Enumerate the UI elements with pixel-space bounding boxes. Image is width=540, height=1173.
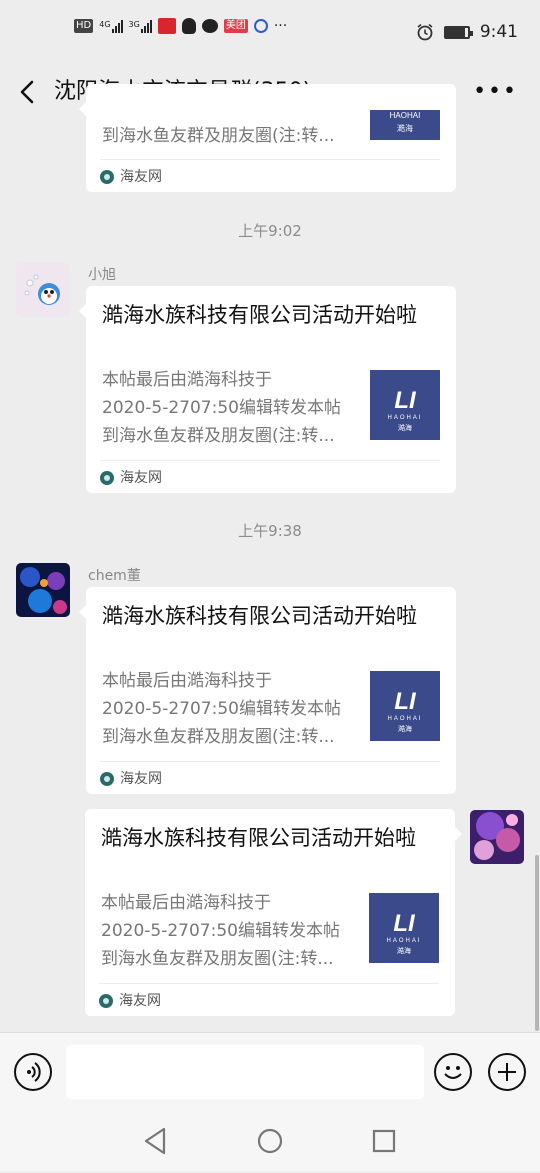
alarm-icon [417,23,433,41]
baidu-icon [253,19,268,33]
logo-text: LI [394,387,417,414]
source-name: 海友网 [120,771,162,787]
card-title: 澔海水族科技有限公司活动开始啦 [102,604,417,628]
coral-avatar-icon [470,810,524,864]
plus-icon [498,1063,516,1081]
back-icon [20,80,34,104]
emoji-icon [444,1066,462,1079]
signal-3g-icon: 3G [128,19,152,33]
emoji-button[interactable] [434,1053,472,1091]
card-thumbnail: HAOHAI 澔海 [370,110,440,140]
card-desc-line: 本帖最后由澔海科技于 [102,370,272,390]
card-thumbnail: LI HAOHAI 澔海 [370,370,440,440]
more-notifications-icon: ··· [273,18,288,34]
logo-sub-text: HAOHAI [390,111,421,120]
signal-4g-label: 4G [99,19,111,29]
more-button[interactable]: ••• [473,79,518,104]
avatar[interactable] [16,263,70,317]
signal-4g-icon: 4G [99,19,123,33]
doraemon-avatar-icon [16,263,70,317]
more-functions-button[interactable] [488,1053,526,1091]
card-source: 海友网 [100,460,440,493]
hd-badge: HD [74,19,94,33]
card-desc-line: 本帖最后由澔海科技于 [102,671,272,691]
message-timestamp: 上午9:38 [238,522,302,540]
card-desc-line: 到海水鱼友群及朋友圈(注:转... [101,949,334,969]
haiyou-icon [100,772,114,786]
sender-name: 小旭 [88,267,116,283]
input-bar [0,1032,540,1171]
meituan-icon: 美团 [223,19,248,33]
logo-cn-text: 澔海 [397,123,413,133]
qq-icon [181,18,196,34]
system-nav-buttons [144,1127,396,1155]
card-source: 海友网 [100,159,440,192]
card-desc-line: 2020-5-2707:50编辑转发本帖 [102,699,341,719]
message-timestamp: 上午9:02 [238,222,302,240]
stock-app-icon [157,18,176,34]
card-desc-line: 2020-5-2707:50编辑转发本帖 [102,398,341,418]
card-source: 海友网 [100,761,440,794]
status-bar: HD 4G 3G 美团 ··· 9:41 [0,0,540,66]
haohai-logo-icon: LI HAOHAI 澔海 [387,387,422,432]
card-source: 海友网 [99,983,439,1016]
battery-icon [443,25,473,39]
haohai-logo-icon: LI HAOHAI 澔海 [387,688,422,733]
card-title: 澔海水族科技有限公司活动开始啦 [102,303,417,327]
logo-text: LI [393,910,416,937]
source-name: 海友网 [120,470,162,486]
back-button[interactable] [14,74,44,110]
card-description: 本帖最后由澔海科技于 2020-5-2707:50编辑转发本帖 到海水鱼友群及朋… [102,366,358,450]
card-description: 到海水鱼友群及朋友圈(注:转... [102,122,358,150]
link-card[interactable]: 澔海水族科技有限公司活动开始啦 本帖最后由澔海科技于 2020-5-2707:5… [79,286,456,493]
battery-level [445,27,465,37]
card-description: 本帖最后由澔海科技于 2020-5-2707:50编辑转发本帖 到海水鱼友群及朋… [102,667,358,751]
card-thumbnail: LI HAOHAI 澔海 [369,893,439,963]
source-name: 海友网 [120,169,162,185]
message-input[interactable] [66,1045,424,1099]
logo-cn-text: 澔海 [398,724,412,733]
signal-3g-label: 3G [128,19,140,29]
voice-button[interactable] [14,1053,52,1091]
status-left-icons: HD 4G 3G 美团 ··· [74,18,287,34]
logo-cn-text: 澔海 [398,423,412,432]
source-name: 海友网 [119,993,161,1009]
haiyou-icon [99,994,113,1008]
more-icon: ••• [473,79,518,104]
system-navigation [0,1113,540,1169]
card-desc-line: 2020-5-2707:50编辑转发本帖 [101,921,340,941]
card-desc-line: 到海水鱼友群及朋友圈(注:转... [102,126,335,146]
my-avatar[interactable] [470,810,524,864]
voice-icon [27,1062,41,1082]
chat-bubble-icon [201,19,218,33]
card-desc-line: 到海水鱼友群及朋友圈(注:转... [102,426,335,446]
haiyou-icon [100,170,114,184]
status-right: 9:41 [416,22,518,42]
nav-home-icon[interactable] [257,1128,283,1154]
sender-name: chem董 [88,568,141,584]
logo-sub-text: HAOHAI [387,415,422,421]
haohai-logo-icon: LI HAOHAI 澔海 [386,910,421,955]
avatar[interactable] [16,563,70,617]
card-title: 澔海水族科技有限公司活动开始啦 [101,826,416,850]
logo-sub-text: HAOHAI [386,938,421,944]
card-description: 本帖最后由澔海科技于 2020-5-2707:50编辑转发本帖 到海水鱼友群及朋… [101,889,357,973]
logo-text: LI [394,688,417,715]
card-desc-line: 本帖最后由澔海科技于 [101,893,271,913]
nav-back-icon[interactable] [144,1127,166,1155]
link-card[interactable]: 澔海水族科技有限公司活动开始啦 本帖最后由澔海科技于 2020-5-2707:5… [79,587,456,794]
chat-scrollbar[interactable] [535,855,539,1031]
link-card[interactable]: 澔海水族科技有限公司活动开始啦 本帖最后由澔海科技于 2020-5-2707:5… [85,809,462,1016]
nav-recent-icon[interactable] [372,1129,396,1153]
aquarium-avatar-icon [16,563,70,617]
logo-cn-text: 澔海 [397,946,411,955]
link-card[interactable]: 到海水鱼友群及朋友圈(注:转... HAOHAI 澔海 海友网 [79,84,456,192]
haiyou-icon [100,471,114,485]
card-desc-line: 到海水鱼友群及朋友圈(注:转... [102,727,335,747]
haohai-logo-icon: HAOHAI 澔海 [390,111,421,133]
logo-sub-text: HAOHAI [387,716,422,722]
clock: 9:41 [479,22,518,42]
card-thumbnail: LI HAOHAI 澔海 [370,671,440,741]
